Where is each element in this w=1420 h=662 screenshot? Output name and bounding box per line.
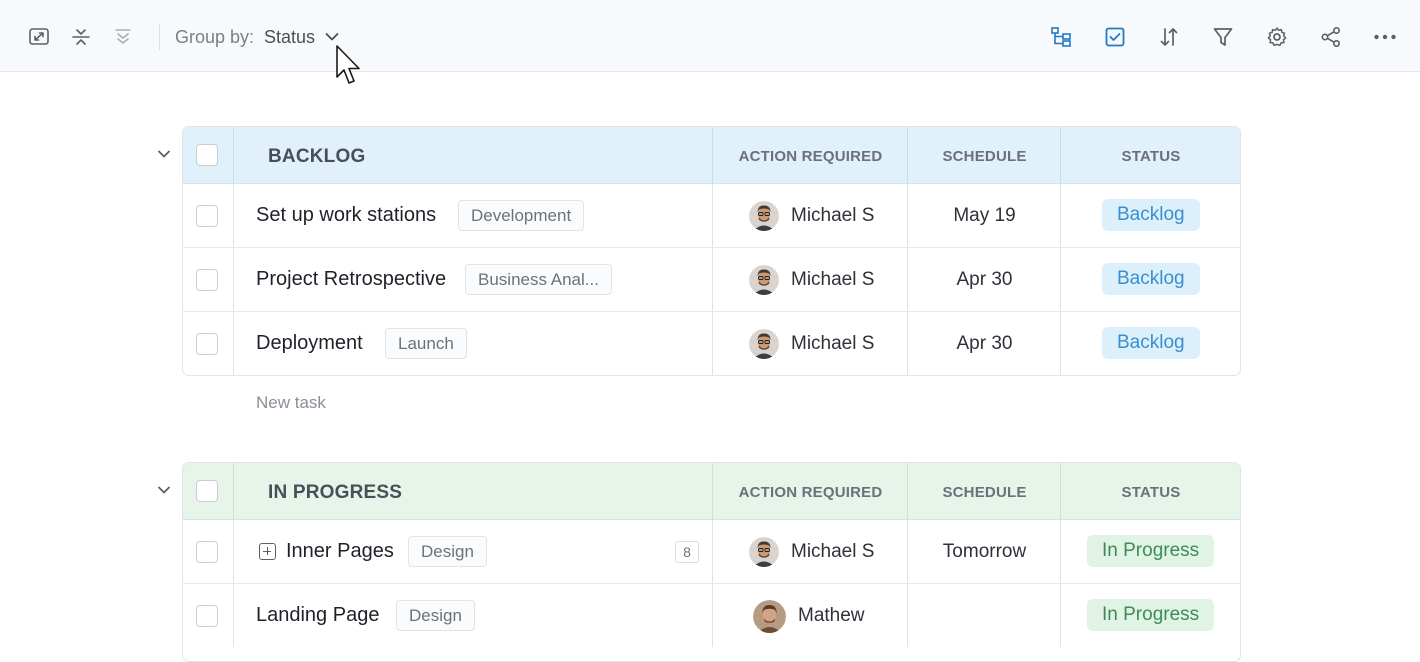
chevron-down-icon [325,33,339,41]
group-header: IN PROGRESS ACTION REQUIRED SCHEDULE STA… [183,463,1240,520]
assignee[interactable]: Michael S [749,328,874,360]
expand-subtasks-icon[interactable] [259,543,276,560]
assignee-name: Michael S [791,269,875,290]
group-title: BACKLOG [268,146,366,167]
assignee[interactable]: Michael S [749,536,874,568]
column-header-status[interactable]: STATUS [1061,484,1240,501]
task-tag[interactable]: Design [396,600,475,631]
table-row[interactable]: Project Retrospective Business Anal... M… [183,248,1240,312]
assignee[interactable]: Michael S [749,200,874,232]
avatar [749,201,779,231]
schedule-date[interactable]: Apr 30 [908,333,1061,355]
task-name[interactable]: Inner Pages [286,540,394,563]
task-name[interactable]: Landing Page [256,604,379,627]
task-tag[interactable]: Design [408,536,487,567]
new-task-link[interactable]: New task [256,393,326,413]
task-tag[interactable]: Launch [385,328,467,359]
collapse-group-backlog[interactable] [154,144,174,164]
status-badge[interactable]: In Progress [1087,599,1215,631]
toolbar: Group by: Status [0,0,1420,72]
status-badge[interactable]: Backlog [1102,327,1200,359]
share-icon[interactable] [1316,22,1346,52]
row-checkbox[interactable] [196,333,218,355]
toolbar-divider [159,24,160,50]
groupby-value: Status [264,26,316,47]
chevron-down-icon [158,486,170,494]
status-badge[interactable]: Backlog [1102,263,1200,295]
collapse-group-in-progress[interactable] [154,480,174,500]
status-badge[interactable]: Backlog [1102,199,1200,231]
table-row[interactable]: Deployment Launch Michael S Apr 30 Backl… [183,312,1240,375]
group-in-progress: IN PROGRESS ACTION REQUIRED SCHEDULE STA… [182,462,1241,662]
select-all-checkbox[interactable] [196,480,218,502]
row-checkbox[interactable] [196,541,218,563]
avatar [753,599,786,633]
assignee-name: Michael S [791,205,875,226]
hierarchy-icon[interactable] [1046,22,1076,52]
task-tag[interactable]: Business Anal... [465,264,612,295]
checkbox-icon[interactable] [1100,22,1130,52]
row-checkbox[interactable] [196,269,218,291]
table-row[interactable]: Inner Pages Design 8 Michael S Tomorrow … [183,520,1240,584]
column-header-action-required[interactable]: ACTION REQUIRED [713,148,908,165]
assignee[interactable]: Mathew [753,599,865,633]
assignee[interactable]: Michael S [749,264,874,296]
filter-icon[interactable] [1208,22,1238,52]
schedule-date[interactable]: Apr 30 [908,269,1061,291]
avatar [749,329,779,359]
task-name[interactable]: Deployment [256,332,363,355]
task-name[interactable]: Project Retrospective [256,268,446,291]
avatar [749,537,779,567]
expand-icon[interactable] [24,22,54,52]
more-icon[interactable] [1370,22,1400,52]
sort-icon[interactable] [1154,22,1184,52]
task-name[interactable]: Set up work stations [256,204,436,227]
column-header-schedule[interactable]: SCHEDULE [908,484,1061,501]
group-backlog: BACKLOG ACTION REQUIRED SCHEDULE STATUS … [182,126,1241,376]
groupby-label: Group by: [175,27,255,47]
column-header-action-required[interactable]: ACTION REQUIRED [713,484,908,501]
row-checkbox[interactable] [196,605,218,627]
status-badge[interactable]: In Progress [1087,535,1215,567]
subtask-count-badge[interactable]: 8 [675,541,699,563]
settings-icon[interactable] [1262,22,1292,52]
table-row[interactable]: Set up work stations Development Michael… [183,184,1240,248]
task-tag[interactable]: Development [458,200,585,231]
column-header-schedule[interactable]: SCHEDULE [908,148,1061,165]
filter-down-icon[interactable] [108,22,138,52]
assignee-name: Michael S [791,333,875,354]
table-row[interactable]: Landing Page Design Mathew In Progress [183,584,1240,647]
groupby-select[interactable]: Status [264,24,339,50]
avatar [749,265,779,295]
assignee-name: Mathew [798,605,865,626]
group-header: BACKLOG ACTION REQUIRED SCHEDULE STATUS [183,127,1240,184]
row-checkbox[interactable] [196,205,218,227]
chevron-down-icon [158,150,170,158]
collapse-all-icon[interactable] [66,22,96,52]
mouse-pointer-icon [336,45,360,84]
schedule-date[interactable]: Tomorrow [908,541,1061,563]
schedule-date[interactable]: May 19 [908,205,1061,227]
group-title: IN PROGRESS [268,482,403,503]
select-all-checkbox[interactable] [196,144,218,166]
assignee-name: Michael S [791,541,875,562]
column-header-status[interactable]: STATUS [1061,148,1240,165]
